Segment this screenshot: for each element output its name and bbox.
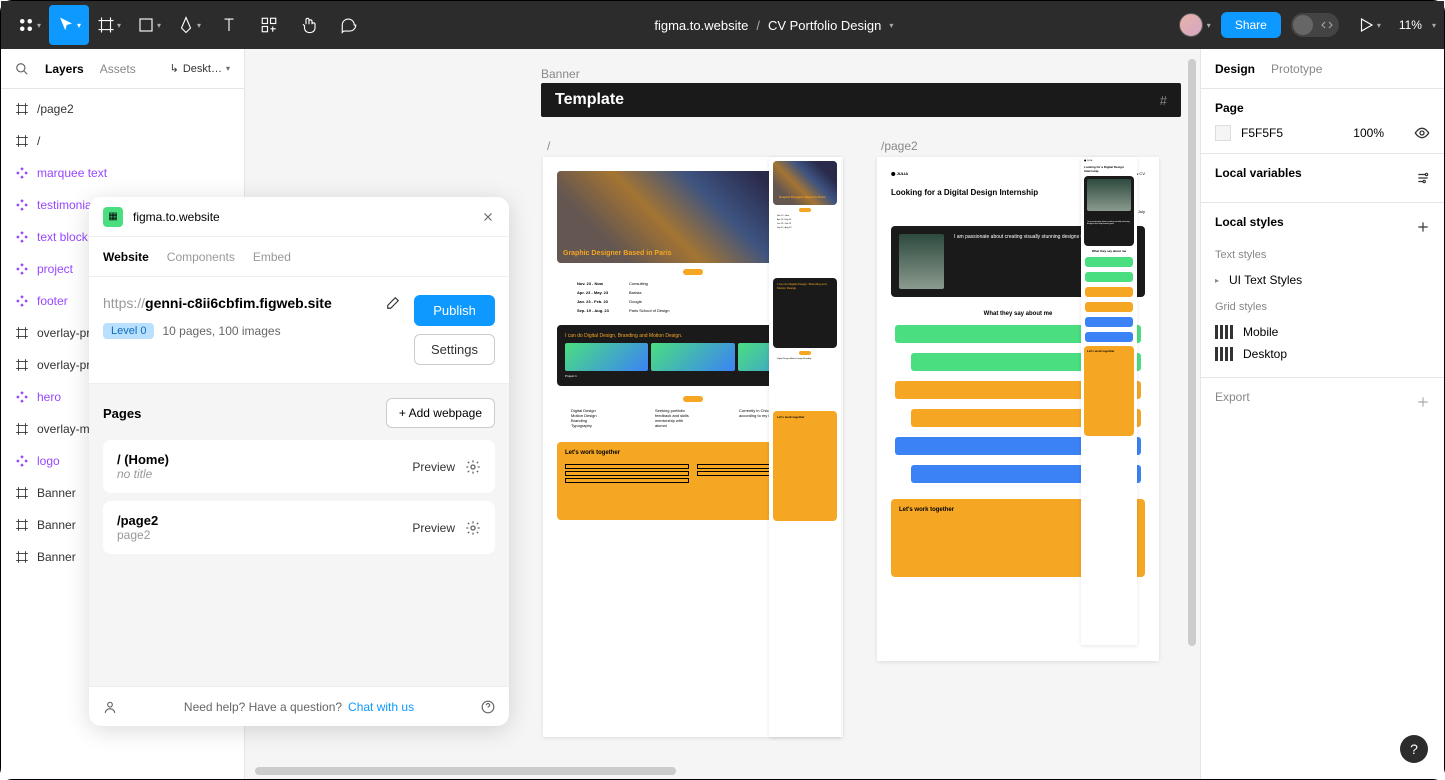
tab-design[interactable]: Design [1215,62,1255,76]
grid-icon [1215,325,1233,339]
preview-link[interactable]: Preview [412,460,455,474]
site-url: https://genni-c8ii6cbfim.figweb.site [103,295,378,311]
main-menu-button[interactable]: ▾ [9,5,49,45]
help-icon[interactable] [481,700,495,714]
top-toolbar: ▾ ▾ ▾ ▾ ▾ figma.to.website / CV Portfoli… [1,1,1444,49]
settings-button[interactable]: Settings [414,334,495,365]
export-heading[interactable]: Export [1215,390,1250,404]
text-tool[interactable] [209,5,249,45]
close-icon[interactable] [481,210,495,224]
bg-color-value[interactable]: F5F5F5 [1241,126,1283,140]
breadcrumb-file[interactable]: CV Portfolio Design [768,18,881,33]
page-card[interactable]: /page2page2Preview [103,501,495,554]
present-button[interactable]: ▾ [1349,5,1389,45]
artboard-page2-mobile[interactable]: ⬤ JULIA Looking for a Digital Design Int… [1081,157,1137,645]
page-count-meta: 10 pages, 100 images [162,324,280,338]
variables-settings-icon[interactable] [1416,171,1430,185]
grid-style-mobile[interactable]: Mobile [1215,321,1430,343]
comment-tool[interactable] [329,5,369,45]
zoom-level[interactable]: 11% [1399,18,1422,32]
help-text: Need help? Have a question? [184,700,342,714]
tab-layers[interactable]: Layers [45,62,84,76]
grid-styles-heading: Grid styles [1215,301,1430,313]
text-styles-heading: Text styles [1215,249,1430,261]
user-avatar[interactable]: ▾ [1179,13,1211,37]
dev-mode-toggle[interactable] [1291,13,1339,37]
ui-text-styles-row[interactable]: ▸ UI Text Styles [1215,269,1430,291]
page-card[interactable]: / (Home)no titlePreview [103,440,495,493]
shape-tool[interactable]: ▾ [129,5,169,45]
plugin-logo-icon: ▦ [103,207,123,227]
hand-tool[interactable] [289,5,329,45]
local-variables-heading: Local variables [1215,166,1302,180]
plugin-tab-embed[interactable]: Embed [253,250,291,264]
grid-icon [1215,347,1233,361]
gear-icon[interactable] [465,520,481,536]
artboard-home-mobile[interactable]: Graphic Designer Based in Paris Nov 23 -… [769,157,841,737]
preview-link[interactable]: Preview [412,521,455,535]
right-panel: Design Prototype Page F5F5F5 100% Local … [1200,49,1444,779]
layer-item[interactable]: /page2 [1,93,244,125]
page-selector[interactable]: ↳Deskt…▾ [170,62,230,75]
tab-assets[interactable]: Assets [100,62,136,76]
frame-tool[interactable]: ▾ [89,5,129,45]
frame-label-page2[interactable]: /page2 [881,139,918,153]
plugin-panel: ▦ figma.to.website Website Components Em… [89,197,509,726]
layer-item[interactable]: / [1,125,244,157]
breadcrumb[interactable]: figma.to.website / CV Portfolio Design ▾ [369,18,1179,33]
publish-button[interactable]: Publish [414,295,495,326]
breadcrumb-app[interactable]: figma.to.website [654,18,748,33]
local-styles-heading: Local styles [1215,215,1284,229]
move-tool[interactable]: ▾ [49,5,89,45]
gear-icon[interactable] [465,459,481,475]
add-export-icon[interactable] [1416,395,1430,409]
pages-heading: Pages [103,406,141,421]
bg-opacity[interactable]: 100% [1353,126,1384,140]
canvas-scrollbar-h[interactable] [255,767,1190,775]
add-style-icon[interactable] [1416,220,1430,234]
chat-link[interactable]: Chat with us [348,700,414,714]
plugin-title: figma.to.website [133,210,471,224]
grid-style-desktop[interactable]: Desktop [1215,343,1430,365]
banner-frame-label[interactable]: Banner [541,67,580,81]
layer-item[interactable]: marquee text [1,157,244,189]
edit-url-icon[interactable] [386,296,400,310]
plugin-tab-website[interactable]: Website [103,250,149,264]
level-badge: Level 0 [103,323,154,339]
eye-icon[interactable] [1414,125,1430,141]
search-icon[interactable] [15,62,29,76]
page-heading: Page [1215,101,1430,115]
pen-tool[interactable]: ▾ [169,5,209,45]
frame-label-home[interactable]: / [547,139,550,153]
tab-prototype[interactable]: Prototype [1271,62,1322,76]
resources-tool[interactable] [249,5,289,45]
help-button[interactable]: ? [1400,735,1428,763]
bg-color-swatch[interactable] [1215,125,1231,141]
template-banner[interactable]: Template # [541,83,1181,117]
account-icon[interactable] [103,700,117,714]
plugin-tab-components[interactable]: Components [167,250,235,264]
add-webpage-button[interactable]: + Add webpage [386,398,495,428]
share-button[interactable]: Share [1221,12,1281,38]
canvas-scrollbar-v[interactable] [1188,59,1196,749]
